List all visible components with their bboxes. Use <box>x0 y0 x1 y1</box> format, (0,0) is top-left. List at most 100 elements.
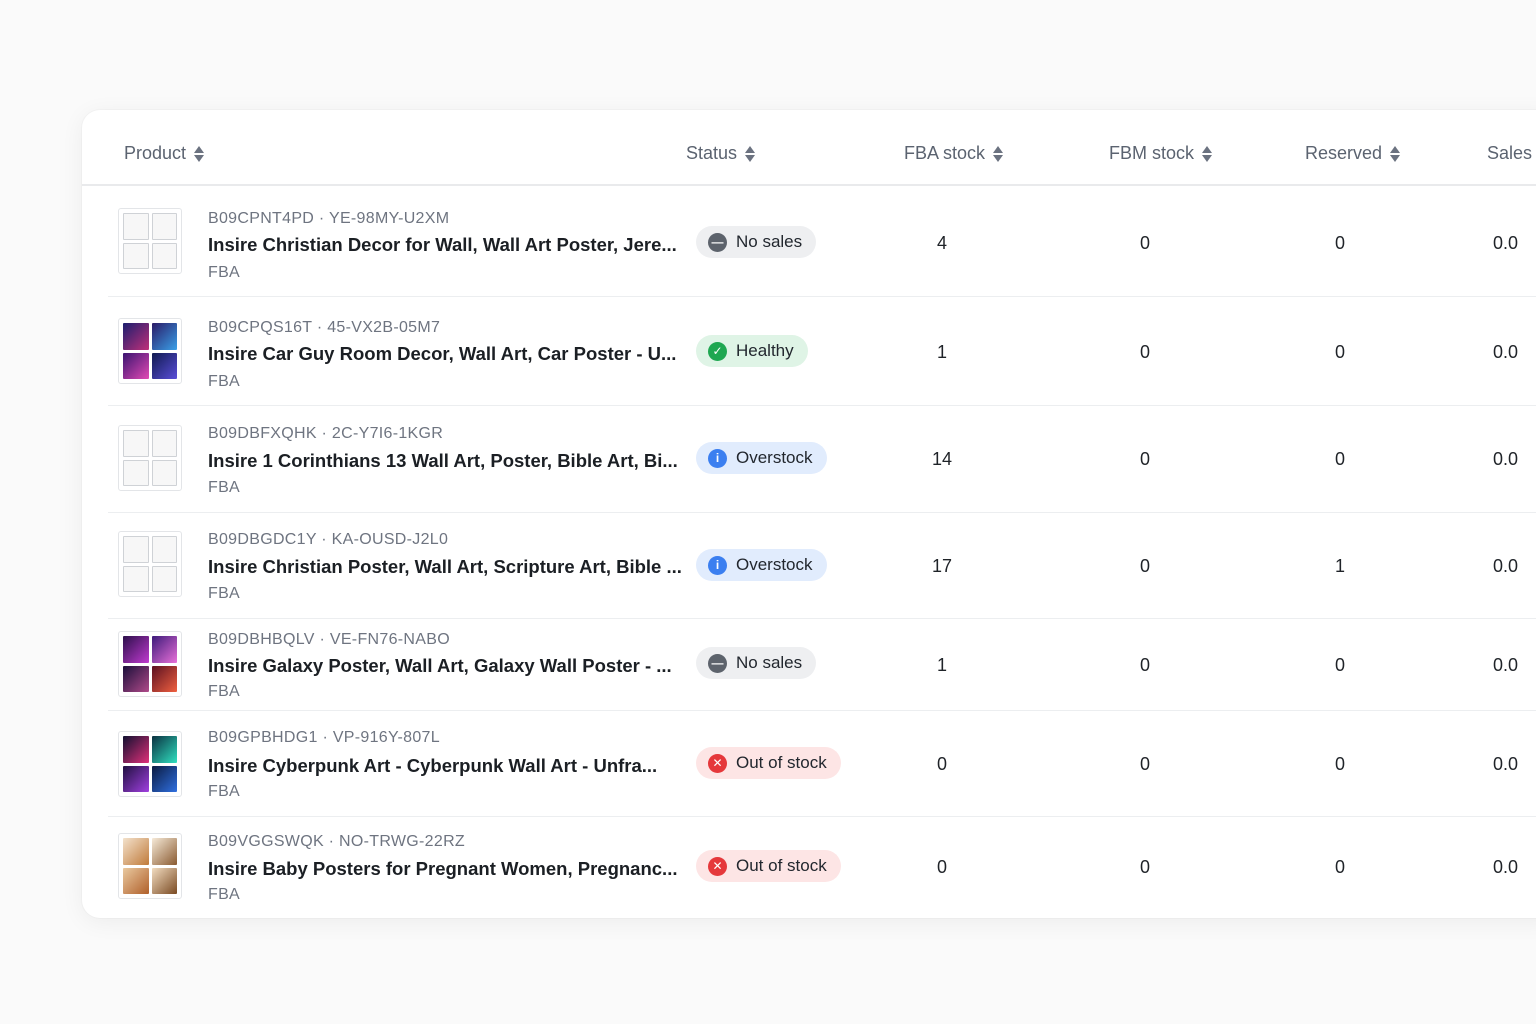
column-header-fbm-stock[interactable]: FBM stock <box>1109 143 1213 164</box>
status-label: No sales <box>736 653 803 672</box>
fba-stock-value: 1 <box>936 655 947 675</box>
reserved-value: 1 <box>1334 556 1345 576</box>
info-circle-icon: i <box>708 448 727 468</box>
sales-value: 0.0 <box>1493 655 1519 675</box>
product-thumbnail <box>118 631 182 697</box>
fbm-stock-value: 0 <box>1139 449 1150 469</box>
fbm-stock-value: 0 <box>1139 655 1150 675</box>
sales-value: 0.0 <box>1493 754 1519 774</box>
table-row[interactable]: B09GPBHDG1 · VP-916Y-807L Insire Cyberpu… <box>108 711 1536 817</box>
table-row[interactable]: B09CPQS16T · 45-VX2B-05M7 Insire Car Guy… <box>108 297 1536 406</box>
status-badge: i Overstock <box>696 549 827 581</box>
column-label: Product <box>124 143 187 163</box>
fulfillment-channel: FBA <box>208 585 241 602</box>
fba-stock-value: 0 <box>936 857 947 877</box>
product-ids: B09DBGDC1Y · KA-OUSD-J2L0 <box>208 531 449 548</box>
fba-stock-value: 4 <box>936 233 947 253</box>
product-ids: B09DBFXQHK · 2C-Y7I6-1KGR <box>208 425 444 442</box>
product-ids: B09DBHBQLV · VE-FN76-NABO <box>208 631 450 648</box>
fulfillment-channel: FBA <box>208 683 241 700</box>
table-row[interactable]: B09VGGSWQK · NO-TRWG-22RZ Insire Baby Po… <box>108 817 1536 918</box>
reserved-value: 0 <box>1334 233 1345 253</box>
fba-stock-value: 17 <box>931 556 953 576</box>
product-thumbnail <box>118 531 182 597</box>
fbm-stock-value: 0 <box>1139 556 1150 576</box>
product-ids: B09CPNT4PD · YE-98MY-U2XM <box>208 210 450 227</box>
sort-icon[interactable] <box>194 145 205 162</box>
sales-value: 0.0 <box>1493 342 1519 362</box>
fbm-stock-value: 0 <box>1139 342 1150 362</box>
column-label: FBM stock <box>1109 143 1195 163</box>
sales-value: 0.0 <box>1493 449 1519 469</box>
status-label: Healthy <box>736 341 794 360</box>
reserved-value: 0 <box>1334 754 1345 774</box>
status-label: Overstock <box>736 555 813 574</box>
sort-icon[interactable] <box>1202 145 1213 162</box>
reserved-value: 0 <box>1334 655 1345 675</box>
fba-stock-value: 0 <box>936 754 947 774</box>
x-circle-icon: ✕ <box>708 753 727 773</box>
status-badge: ✕ Out of stock <box>696 850 841 882</box>
column-header-fba-stock[interactable]: FBA stock <box>904 143 1004 164</box>
fulfillment-channel: FBA <box>208 264 241 281</box>
table-row[interactable]: B09DBGDC1Y · KA-OUSD-J2L0 Insire Christi… <box>108 513 1536 619</box>
column-label: Status <box>686 143 738 163</box>
product-ids: B09CPQS16T · 45-VX2B-05M7 <box>208 319 441 336</box>
column-label: Sales <box>1487 143 1533 163</box>
status-badge: — No sales <box>696 226 817 258</box>
table-row[interactable]: B09DBFXQHK · 2C-Y7I6-1KGR Insire 1 Corin… <box>108 406 1536 513</box>
column-header-reserved[interactable]: Reserved <box>1305 143 1401 164</box>
product-thumbnail <box>118 731 182 797</box>
fulfillment-channel: FBA <box>208 373 241 390</box>
column-label: FBA stock <box>904 143 986 163</box>
product-title[interactable]: Insire Galaxy Poster, Wall Art, Galaxy W… <box>208 655 672 677</box>
info-circle-icon: i <box>708 555 727 575</box>
status-badge: ✕ Out of stock <box>696 747 841 779</box>
inventory-table: Product Status FBA stock FBM stock Reser… <box>82 110 1536 918</box>
sort-icon[interactable] <box>1390 145 1401 162</box>
fulfillment-channel: FBA <box>208 479 241 496</box>
column-label: Reserved <box>1305 143 1383 163</box>
product-thumbnail <box>118 318 182 384</box>
sales-value: 0.0 <box>1493 857 1519 877</box>
product-thumbnail <box>118 833 182 899</box>
product-title[interactable]: Insire Christian Decor for Wall, Wall Ar… <box>208 234 677 256</box>
table-body: B09CPNT4PD · YE-98MY-U2XM Insire Christi… <box>108 188 1536 918</box>
fba-stock-value: 1 <box>936 342 947 362</box>
sales-value: 0.0 <box>1493 556 1519 576</box>
reserved-value: 0 <box>1334 342 1345 362</box>
minus-circle-icon: — <box>708 232 727 252</box>
sort-icon[interactable] <box>993 145 1004 162</box>
status-label: Overstock <box>736 448 813 467</box>
fba-stock-value: 14 <box>931 449 953 469</box>
product-title[interactable]: Insire Car Guy Room Decor, Wall Art, Car… <box>208 343 676 365</box>
status-label: Out of stock <box>736 753 827 772</box>
column-header-product[interactable]: Product <box>124 143 205 164</box>
product-thumbnail <box>118 425 182 491</box>
status-label: No sales <box>736 232 803 251</box>
fulfillment-channel: FBA <box>208 886 241 903</box>
fbm-stock-value: 0 <box>1139 754 1150 774</box>
table-row[interactable]: B09DBHBQLV · VE-FN76-NABO Insire Galaxy … <box>108 619 1536 711</box>
minus-circle-icon: — <box>708 653 727 673</box>
product-ids: B09VGGSWQK · NO-TRWG-22RZ <box>208 833 466 850</box>
status-badge: ✓ Healthy <box>696 335 808 367</box>
table-row[interactable]: B09CPNT4PD · YE-98MY-U2XM Insire Christi… <box>108 188 1536 297</box>
status-label: Out of stock <box>736 856 827 875</box>
status-badge: — No sales <box>696 647 817 679</box>
reserved-value: 0 <box>1334 449 1345 469</box>
fulfillment-channel: FBA <box>208 783 241 800</box>
product-ids: B09GPBHDG1 · VP-916Y-807L <box>208 729 440 746</box>
fbm-stock-value: 0 <box>1139 857 1150 877</box>
sales-value: 0.0 <box>1493 233 1519 253</box>
product-title[interactable]: Insire Christian Poster, Wall Art, Scrip… <box>208 556 682 578</box>
sort-icon[interactable] <box>745 145 756 162</box>
product-title[interactable]: Insire 1 Corinthians 13 Wall Art, Poster… <box>208 450 678 472</box>
column-header-status[interactable]: Status <box>686 143 756 164</box>
check-circle-icon: ✓ <box>708 341 727 361</box>
product-thumbnail <box>118 208 182 274</box>
x-circle-icon: ✕ <box>708 856 727 876</box>
product-title[interactable]: Insire Baby Posters for Pregnant Women, … <box>208 858 677 880</box>
column-header-sales[interactable]: Sales <box>1487 143 1532 164</box>
product-title[interactable]: Insire Cyberpunk Art - Cyberpunk Wall Ar… <box>208 755 657 777</box>
